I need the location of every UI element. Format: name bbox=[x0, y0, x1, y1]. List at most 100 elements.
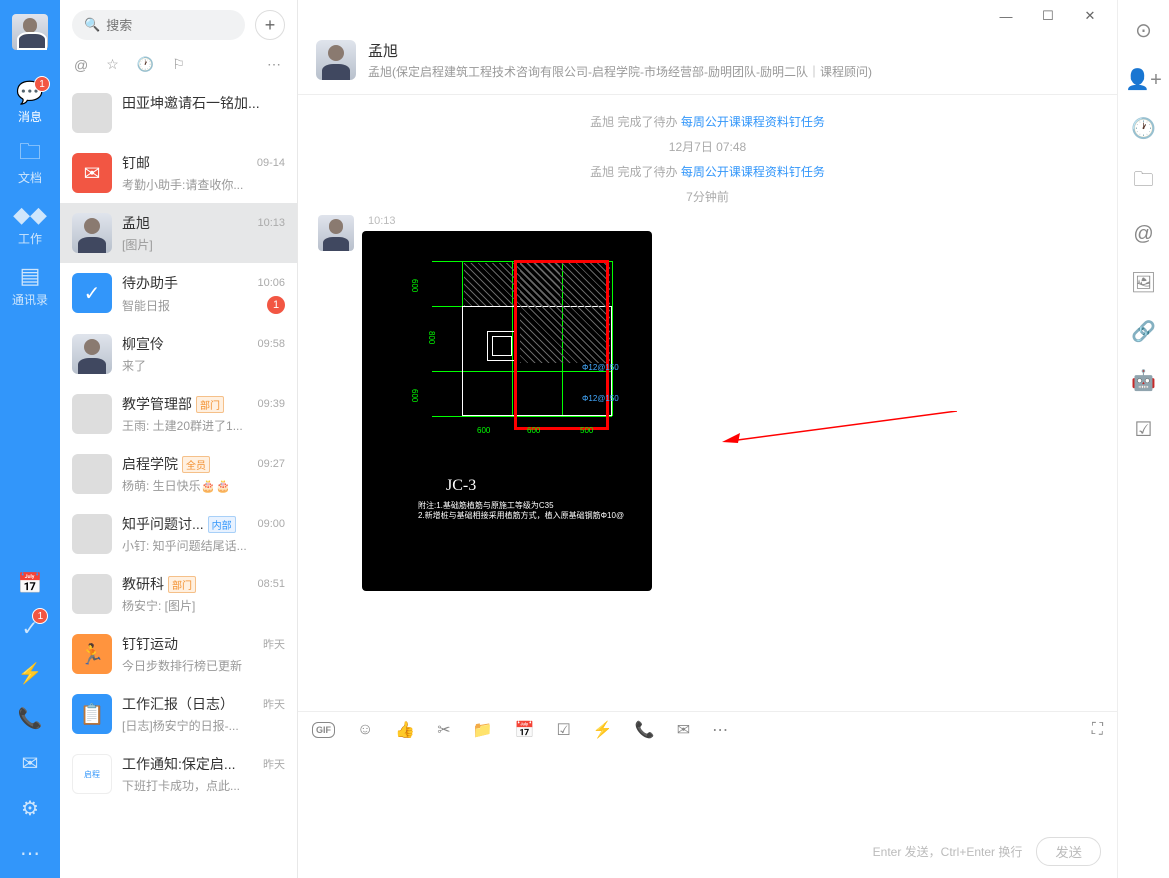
chat-avatar: 🏃 bbox=[72, 634, 112, 674]
task-link[interactable]: 每周公开课课程资料钉任务 bbox=[681, 165, 825, 179]
robot-icon[interactable]: 🤖 bbox=[1131, 368, 1156, 393]
nav-messages[interactable]: 💬 消息 1 bbox=[0, 72, 60, 133]
files-icon[interactable]: 🗀 bbox=[1134, 165, 1154, 199]
add-button[interactable]: + bbox=[255, 10, 285, 40]
chat-item[interactable]: 柳宣伶09:58来了 bbox=[60, 324, 297, 384]
chat-item[interactable]: 教学管理部部门09:39王雨: 土建20群进了1... bbox=[60, 384, 297, 444]
chat-item[interactable]: 🏃钉钉运动昨天今日步数排行榜已更新 bbox=[60, 624, 297, 684]
badge: 1 bbox=[34, 76, 50, 92]
todo-icon[interactable]: ☑ bbox=[1135, 417, 1153, 442]
chat-name: 田亚坤邀请石一铭加... bbox=[122, 93, 260, 113]
mention-icon[interactable]: @ bbox=[1133, 223, 1153, 246]
task-link[interactable]: 每周公开课课程资料钉任务 bbox=[681, 115, 825, 129]
chat-tag: 内部 bbox=[208, 516, 236, 533]
chat-time: 09:00 bbox=[257, 518, 285, 530]
chat-time: 09:58 bbox=[257, 338, 285, 350]
check-icon[interactable]: ☑ bbox=[557, 720, 571, 740]
nav-contacts[interactable]: ▤ 通讯录 bbox=[0, 255, 60, 316]
search-box[interactable]: 🔍 bbox=[72, 10, 245, 40]
minimize-button[interactable]: — bbox=[987, 2, 1025, 30]
search-icon: 🔍 bbox=[84, 17, 100, 33]
history-icon[interactable]: 🕐 bbox=[1131, 116, 1156, 141]
chat-item[interactable]: ✓待办助手10:06智能日报1 bbox=[60, 263, 297, 324]
chat-item[interactable]: 教研科部门08:51杨安宁: [图片] bbox=[60, 564, 297, 624]
input-area: GIF ☺ 👍 ✂ 📁 📅 ☑ ⚡ 📞 ✉ ⋯ ⛶ Enter 发送，Ctrl+… bbox=[298, 711, 1117, 878]
date-icon[interactable]: 📅 bbox=[515, 720, 535, 740]
folder-icon[interactable]: 📁 bbox=[473, 720, 493, 740]
expand-icon[interactable]: ⛶ bbox=[1092, 721, 1103, 739]
more-options-icon[interactable]: ⊙ bbox=[1135, 18, 1152, 43]
flag-icon[interactable]: ⚐ bbox=[172, 56, 185, 73]
chat-tag: 部门 bbox=[168, 576, 196, 593]
thumbs-up-icon[interactable]: 👍 bbox=[395, 720, 415, 740]
photo-icon[interactable]: 🖼 bbox=[1131, 270, 1156, 295]
send-hint: Enter 发送，Ctrl+Enter 换行 bbox=[873, 843, 1023, 860]
chat-name: 知乎问题讨...内部 bbox=[122, 514, 236, 534]
chat-item[interactable]: 📋工作汇报（日志）昨天[日志]杨安宁的日报-... bbox=[60, 684, 297, 744]
chat-name: 启程学院全员 bbox=[122, 454, 210, 474]
chat-preview: 小钉: 知乎问题结尾话... bbox=[122, 537, 285, 554]
message-row: 10:13 bbox=[318, 215, 1097, 591]
cad-note: 附注:1.基础筋植筋与原施工等级为C35 2.新增桩与基础相接采用植筋方式，植入… bbox=[418, 501, 624, 522]
flash-icon[interactable]: ⚡ bbox=[18, 661, 43, 686]
filter-more[interactable]: ⋯ bbox=[267, 56, 283, 73]
chat-preview: 智能日报1 bbox=[122, 296, 285, 314]
close-button[interactable]: ✕ bbox=[1071, 2, 1109, 30]
calendar-icon[interactable]: 📅 bbox=[18, 571, 43, 596]
chat-item[interactable]: 知乎问题讨...内部 09:00 小钉: 知乎问题结尾话... bbox=[60, 504, 297, 564]
chat-tag: 全员 bbox=[182, 456, 210, 473]
chat-header-name: 孟旭 bbox=[368, 40, 1099, 61]
add-contact-icon[interactable]: 👤+ bbox=[1125, 67, 1162, 92]
maximize-button[interactable]: ☐ bbox=[1029, 2, 1067, 30]
user-avatar[interactable] bbox=[12, 14, 48, 50]
search-input[interactable] bbox=[106, 18, 233, 33]
chat-item[interactable]: 田亚坤邀请石一铭加... bbox=[60, 83, 297, 143]
chat-avatar bbox=[72, 213, 112, 253]
cad-rebar: Φ12@150 bbox=[582, 394, 619, 403]
at-icon[interactable]: @ bbox=[74, 57, 88, 73]
chat-header-avatar[interactable] bbox=[316, 40, 356, 80]
ding-icon[interactable]: ⚡ bbox=[593, 720, 613, 740]
network-icon[interactable]: ⚙ bbox=[21, 796, 39, 821]
chat-avatar bbox=[72, 454, 112, 494]
phone-icon[interactable]: 📞 bbox=[18, 706, 43, 731]
task-icon[interactable]: ✓1 bbox=[22, 616, 39, 641]
more-icon[interactable]: ⋯ bbox=[20, 841, 40, 866]
text-input[interactable]: Enter 发送，Ctrl+Enter 换行 发送 bbox=[298, 748, 1117, 878]
chat-item[interactable]: 启程工作通知:保定启...昨天下班打卡成功，点此... bbox=[60, 744, 297, 804]
clock-icon[interactable]: 🕐 bbox=[137, 56, 154, 73]
envelope-icon[interactable]: ✉ bbox=[677, 720, 690, 740]
contacts-icon: ▤ bbox=[17, 263, 43, 289]
chat-avatar: 启程 bbox=[72, 754, 112, 794]
gif-icon[interactable]: GIF bbox=[312, 722, 335, 738]
chat-preview: [图片] bbox=[122, 236, 285, 253]
chat-name: 教学管理部部门 bbox=[122, 394, 224, 414]
scissors-icon[interactable]: ✂ bbox=[437, 720, 450, 740]
chat-name: 柳宣伶 bbox=[122, 334, 164, 354]
message-avatar[interactable] bbox=[318, 215, 354, 251]
emoji-icon[interactable]: ☺ bbox=[357, 721, 373, 739]
right-sidebar: ⊙ 👤+ 🕐 🗀 @ 🖼 🔗 🤖 ☑ bbox=[1117, 0, 1169, 878]
toolbar-more-icon[interactable]: ⋯ bbox=[712, 720, 728, 740]
chat-item[interactable]: ✉钉邮09-14考勤小助手:请查收你... bbox=[60, 143, 297, 203]
cad-dim: 600 bbox=[477, 426, 490, 435]
star-icon[interactable]: ☆ bbox=[106, 56, 119, 73]
mail-icon[interactable]: ✉ bbox=[22, 751, 39, 776]
nav-work[interactable]: ◆◆ 工作 bbox=[0, 194, 60, 255]
link-icon[interactable]: 🔗 bbox=[1131, 319, 1156, 344]
chat-avatar bbox=[72, 93, 112, 133]
message-image[interactable]: 600 800 600 600 600 500 Φ12@150 Φ12@150 … bbox=[362, 231, 652, 591]
date-divider: 12月7日 07:48 bbox=[318, 138, 1097, 155]
chat-item[interactable]: 孟旭10:13[图片] bbox=[60, 203, 297, 263]
call-icon[interactable]: 📞 bbox=[635, 720, 655, 740]
chat-avatar: ✉ bbox=[72, 153, 112, 193]
work-icon: ◆◆ bbox=[17, 202, 43, 228]
cad-dim: 500 bbox=[580, 426, 593, 435]
send-button[interactable]: 发送 bbox=[1036, 837, 1101, 866]
nav-docs[interactable]: 🗀 文档 bbox=[0, 133, 60, 194]
cad-dim: 600 bbox=[410, 389, 419, 402]
chat-avatar bbox=[72, 574, 112, 614]
cad-dim: 600 bbox=[527, 426, 540, 435]
chat-avatar: ✓ bbox=[72, 273, 112, 313]
chat-item[interactable]: 启程学院全员09:27杨萌: 生日快乐🎂🎂 bbox=[60, 444, 297, 504]
